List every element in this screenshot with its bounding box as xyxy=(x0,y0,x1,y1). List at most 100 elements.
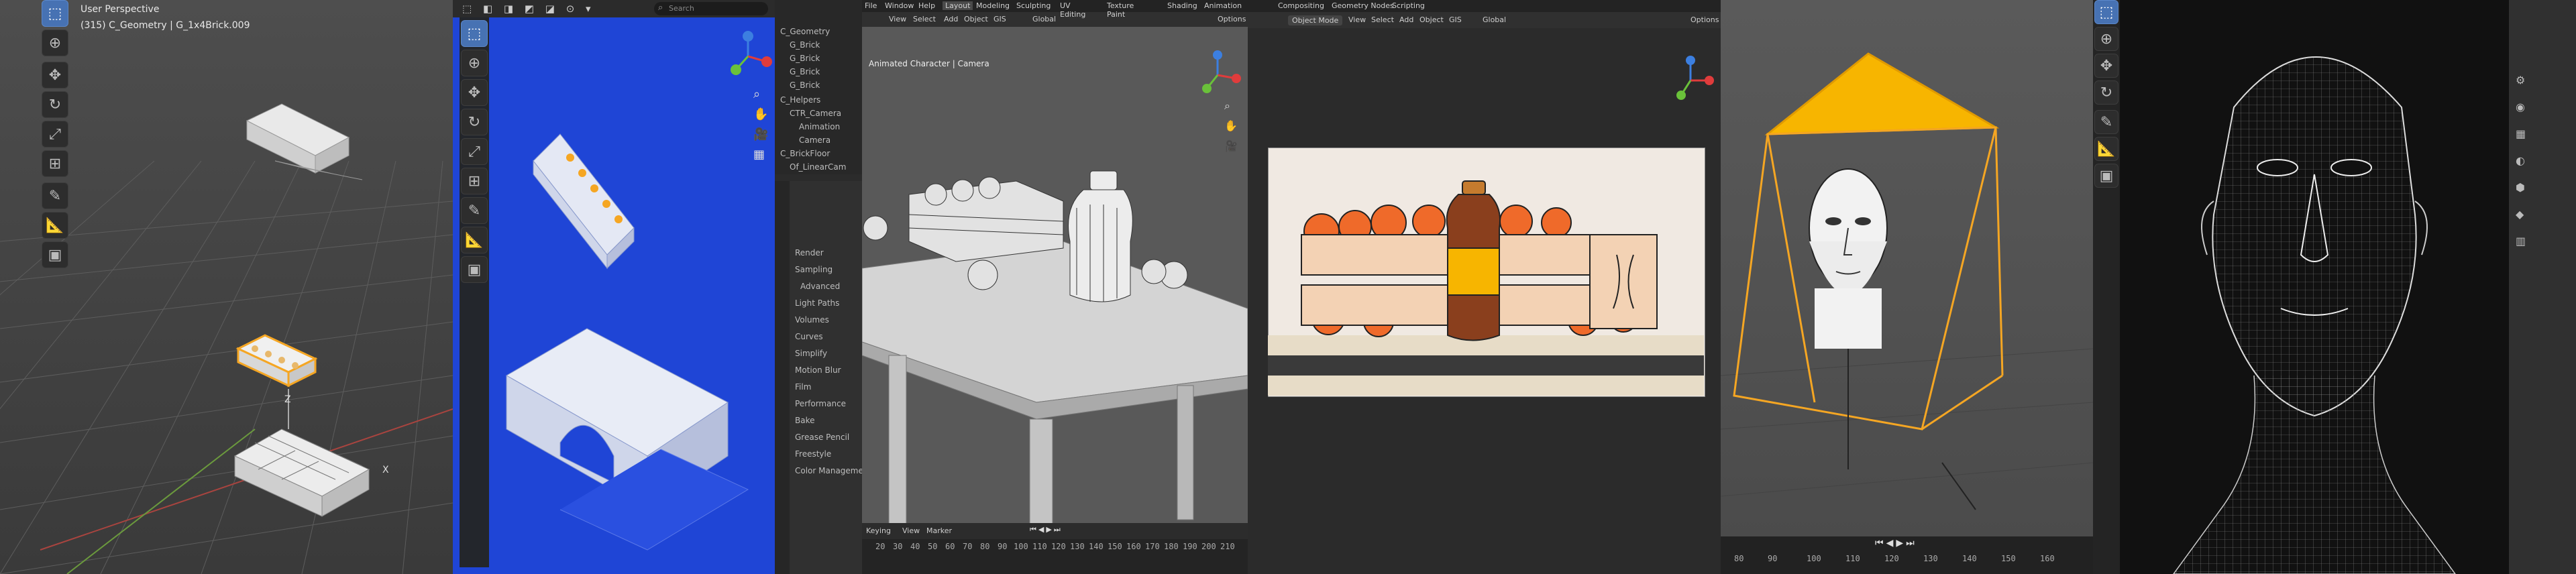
playback-controls[interactable]: ⏮◀▶⏭ xyxy=(1875,538,1917,549)
outliner-item[interactable]: G_Brick xyxy=(790,40,820,50)
timeline-menu-keying[interactable]: Keying xyxy=(866,526,891,535)
header-menu-select[interactable]: Select xyxy=(913,15,936,23)
tab-modeling[interactable]: Modeling xyxy=(976,1,1010,10)
header-menu-view[interactable]: View xyxy=(889,15,906,23)
viewport-panel-6[interactable]: ⬚ ⊕ ✥ ↻ ✎ 📐 ▣ ⚙ ◉ ▦ ◐ ⬢ ◆ ▥ xyxy=(2093,0,2576,574)
options-button[interactable]: Options xyxy=(1690,15,1719,24)
header-menu-gis[interactable]: GIS xyxy=(994,15,1006,23)
props-item[interactable]: Film xyxy=(795,382,811,392)
props-item[interactable]: Color Management xyxy=(795,466,862,475)
props-item[interactable]: Motion Blur xyxy=(795,365,841,375)
navigation-gizmo-4[interactable] xyxy=(1664,54,1717,107)
outliner-item[interactable]: G_Brick xyxy=(790,80,820,90)
tab-scripting[interactable]: Scripting xyxy=(1392,1,1425,10)
add-cube-tool[interactable]: ▣ xyxy=(2094,164,2118,188)
move-tool[interactable]: ✥ xyxy=(2094,54,2118,78)
properties-icon[interactable]: ⚙ xyxy=(2516,74,2525,87)
timeline-tick: 160 xyxy=(2040,554,2055,563)
tab-animation[interactable]: Animation xyxy=(1204,1,1242,10)
options-button[interactable]: Options xyxy=(1218,15,1246,23)
tab-uv-editing[interactable]: UV Editing xyxy=(1060,1,1085,19)
header-menu-object[interactable]: Object xyxy=(964,15,988,23)
viewport-panel-2[interactable]: ⌕ Search ⬚ ◧ ◨ ◩ ◪ ⊙ ▾ ⬚ ⊕ ✥ ↻ ⤢ ⊞ ✎ 📐 ▣… xyxy=(453,0,775,574)
lego-models-1: Z X xyxy=(233,103,389,517)
props-item[interactable]: Volumes xyxy=(795,315,829,325)
properties-icon[interactable]: ◆ xyxy=(2516,208,2524,221)
properties-icon[interactable]: ◉ xyxy=(2516,101,2525,113)
playback-controls[interactable]: ⏮◀▶⏭ xyxy=(1030,525,1063,534)
navigation-gizmo-3[interactable] xyxy=(1191,48,1244,102)
viewport-panel-1[interactable]: User Perspective (315) C_Geometry | G_1x… xyxy=(0,0,453,574)
properties-icon[interactable]: ◐ xyxy=(2516,154,2525,167)
zoom-icon[interactable]: ⌕ xyxy=(1224,99,1230,113)
rotate-tool[interactable]: ↻ xyxy=(2094,80,2118,105)
orientation-dropdown[interactable]: Global xyxy=(1032,15,1056,23)
outliner-item[interactable]: C_BrickFloor xyxy=(780,149,830,158)
outliner-item[interactable]: G_Brick xyxy=(790,67,820,76)
header-menu-add[interactable]: Add xyxy=(1399,15,1413,24)
head-camera-scene xyxy=(1721,52,2093,510)
tab-geometry-nodes[interactable]: Geometry Nodes xyxy=(1332,1,1394,10)
outliner-item[interactable]: Animation xyxy=(799,122,840,131)
timeline-menu-view[interactable]: View xyxy=(902,526,920,535)
menu-help[interactable]: Help xyxy=(918,1,935,10)
timeline-menu-marker[interactable]: Marker xyxy=(926,526,952,535)
timeline-tick: 20 xyxy=(875,542,885,551)
properties-icon[interactable]: ▥ xyxy=(2516,235,2526,247)
tab-texture-paint[interactable]: Texture Paint xyxy=(1107,1,1134,19)
viewport-panel-5[interactable]: ⏮◀▶⏭ 80 90 100 110 120 130 140 150 160 xyxy=(1721,0,2093,574)
timeline-tick: 40 xyxy=(910,542,920,551)
timeline-tick: 120 xyxy=(1884,554,1899,563)
outliner-item[interactable]: Camera xyxy=(799,135,830,145)
menu-file[interactable]: File xyxy=(865,1,877,10)
menu-window[interactable]: Window xyxy=(885,1,914,10)
timeline-tick: 180 xyxy=(1164,542,1179,551)
props-item[interactable]: Sampling xyxy=(795,265,833,274)
props-item[interactable]: Simplify xyxy=(795,349,827,358)
timeline-tick: 90 xyxy=(998,542,1008,551)
header-menu-object[interactable]: Object xyxy=(1419,15,1444,24)
props-item[interactable]: Render xyxy=(795,248,824,257)
syrup-bottle xyxy=(1446,180,1501,341)
timeline-header: Keying View Marker ⏮◀▶⏭ xyxy=(862,523,1248,539)
tab-shading[interactable]: Shading xyxy=(1167,1,1197,10)
camera-view-icon[interactable]: 🎥 xyxy=(1224,139,1238,152)
props-item[interactable]: Grease Pencil xyxy=(795,433,849,442)
header-menu-select[interactable]: Select xyxy=(1371,15,1394,24)
header-menu-view[interactable]: View xyxy=(1348,15,1366,24)
properties-icon[interactable]: ▦ xyxy=(2516,127,2526,140)
pan-icon[interactable]: ✋ xyxy=(1224,119,1238,132)
props-item[interactable]: Light Paths xyxy=(795,298,839,308)
header-menu-gis[interactable]: GIS xyxy=(1449,15,1462,24)
timeline-tick: 190 xyxy=(1183,542,1197,551)
cursor-tool[interactable]: ⊕ xyxy=(2094,27,2118,51)
mode-dropdown[interactable]: Object Mode xyxy=(1288,15,1343,25)
viewport-panel-3[interactable]: File Window Help View Select Add Object … xyxy=(862,0,1248,574)
outliner-panel[interactable]: C_Geometry G_Brick G_Brick G_Brick G_Bri… xyxy=(775,0,862,574)
annotate-tool[interactable]: ✎ xyxy=(2094,110,2118,134)
props-item[interactable]: Advanced xyxy=(800,282,840,291)
timeline-tick: 100 xyxy=(1807,554,1821,563)
timeline-tick: 100 xyxy=(1014,542,1028,551)
tab-layout[interactable]: Layout xyxy=(943,1,973,10)
orientation-dropdown[interactable]: Global xyxy=(1483,15,1506,24)
outliner-item[interactable]: Of_LinearCam xyxy=(790,162,846,172)
outliner-item[interactable]: C_Helpers xyxy=(780,95,820,105)
props-item[interactable]: Bake xyxy=(795,416,815,425)
props-item[interactable]: Performance xyxy=(795,399,846,408)
outliner-item[interactable]: CTR_Camera xyxy=(790,109,841,118)
props-item[interactable]: Freestyle xyxy=(795,449,831,459)
measure-tool[interactable]: 📐 xyxy=(2094,137,2118,161)
tab-sculpting[interactable]: Sculpting xyxy=(1016,1,1051,10)
head-render xyxy=(1809,168,1888,349)
tab-compositing[interactable]: Compositing xyxy=(1278,1,1324,10)
outliner-item[interactable]: C_Geometry xyxy=(780,27,830,36)
header-menu-add[interactable]: Add xyxy=(944,15,958,23)
timeline-tick: 30 xyxy=(893,542,903,551)
timeline-tick: 210 xyxy=(1220,542,1235,551)
props-item[interactable]: Curves xyxy=(795,332,823,341)
select-box-tool[interactable]: ⬚ xyxy=(2094,0,2118,24)
outliner-item[interactable]: G_Brick xyxy=(790,54,820,63)
properties-icon[interactable]: ⬢ xyxy=(2516,181,2525,194)
viewport-panel-4[interactable]: Compositing Geometry Nodes Scripting Obj… xyxy=(1248,0,1721,574)
